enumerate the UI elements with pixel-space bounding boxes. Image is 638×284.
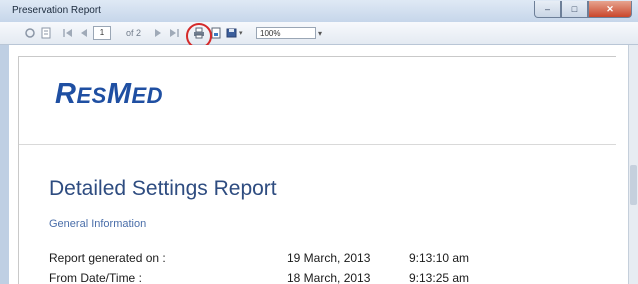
previous-page-button[interactable]	[78, 26, 90, 40]
report-viewer-window: Preservation Report – □ ✕ 1 of 2 ▾ 100% …	[0, 0, 638, 284]
last-page-button[interactable]	[168, 26, 180, 40]
section-heading: General Information	[49, 218, 147, 230]
row-time: 9:13:25 am	[409, 271, 470, 284]
next-page-icon	[155, 29, 161, 37]
close-button[interactable]: ✕	[588, 1, 632, 18]
scrollbar-thumb[interactable]	[630, 165, 637, 205]
refresh-button[interactable]	[24, 26, 36, 40]
chevron-down-icon: ▾	[318, 28, 323, 38]
last-page-icon	[170, 29, 179, 37]
first-page-button[interactable]	[62, 26, 74, 40]
report-page: RESMED Detailed Settings Report General …	[9, 45, 628, 284]
print-layout-button[interactable]	[40, 26, 52, 40]
title-bar: Preservation Report – □ ✕	[0, 0, 638, 22]
minimize-button[interactable]: –	[534, 1, 561, 18]
report-toolbar: 1 of 2 ▾ 100% ▾	[0, 22, 638, 45]
row-date: 19 March, 2013	[287, 251, 371, 265]
vertical-scrollbar[interactable]	[628, 45, 638, 284]
maximize-button[interactable]: □	[561, 1, 588, 18]
row-label: Report generated on :	[49, 251, 166, 265]
export-dropdown-icon: ▾	[239, 30, 243, 37]
previous-page-icon	[81, 29, 87, 37]
row-date: 18 March, 2013	[287, 271, 371, 284]
next-page-button[interactable]	[152, 26, 164, 40]
page-number-field[interactable]: 1	[93, 26, 111, 40]
window-controls: – □ ✕	[534, 1, 632, 18]
row-label: From Date/Time :	[49, 271, 142, 284]
window-title: Preservation Report	[12, 5, 101, 16]
page-count-label: of 2	[126, 28, 142, 38]
page-top-border	[18, 56, 616, 57]
page-left-border	[18, 56, 19, 284]
refresh-icon	[25, 28, 35, 38]
resmed-logo: RESMED	[55, 78, 164, 110]
zoom-select[interactable]: 100% ▾	[256, 26, 322, 40]
report-title: Detailed Settings Report	[49, 177, 277, 200]
export-button[interactable]: ▾	[226, 26, 243, 40]
row-time: 9:13:10 am	[409, 251, 470, 265]
page-number-input[interactable]: 1	[93, 26, 111, 40]
export-icon	[226, 28, 237, 38]
zoom-value: 100%	[256, 27, 316, 39]
print-layout-icon	[41, 27, 51, 39]
first-page-icon	[63, 29, 72, 37]
header-divider	[19, 144, 616, 145]
